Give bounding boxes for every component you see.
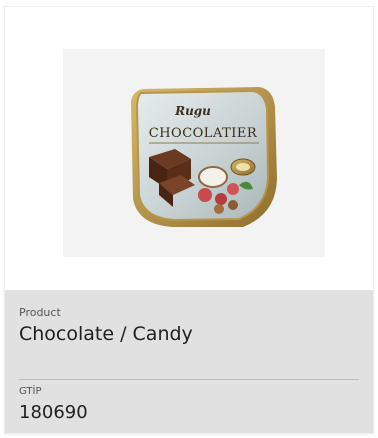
divider [19, 379, 359, 380]
product-label: Product [19, 306, 61, 319]
chocolate-box-image: Rugu CHOCOLATIER [131, 87, 277, 227]
product-info-panel: Product Chocolate / Candy GTİP 180690 [5, 290, 373, 433]
gtip-label: GTİP [19, 386, 42, 397]
product-card[interactable]: Rugu CHOCOLATIER Product Chocolate / Can… [4, 6, 374, 434]
product-image-area[interactable]: Rugu CHOCOLATIER [5, 7, 373, 290]
product-value: Chocolate / Candy [19, 323, 193, 345]
brand-logo: Rugu [174, 104, 211, 118]
gtip-value: 180690 [19, 402, 88, 423]
box-title-text: CHOCOLATIER [149, 126, 258, 141]
